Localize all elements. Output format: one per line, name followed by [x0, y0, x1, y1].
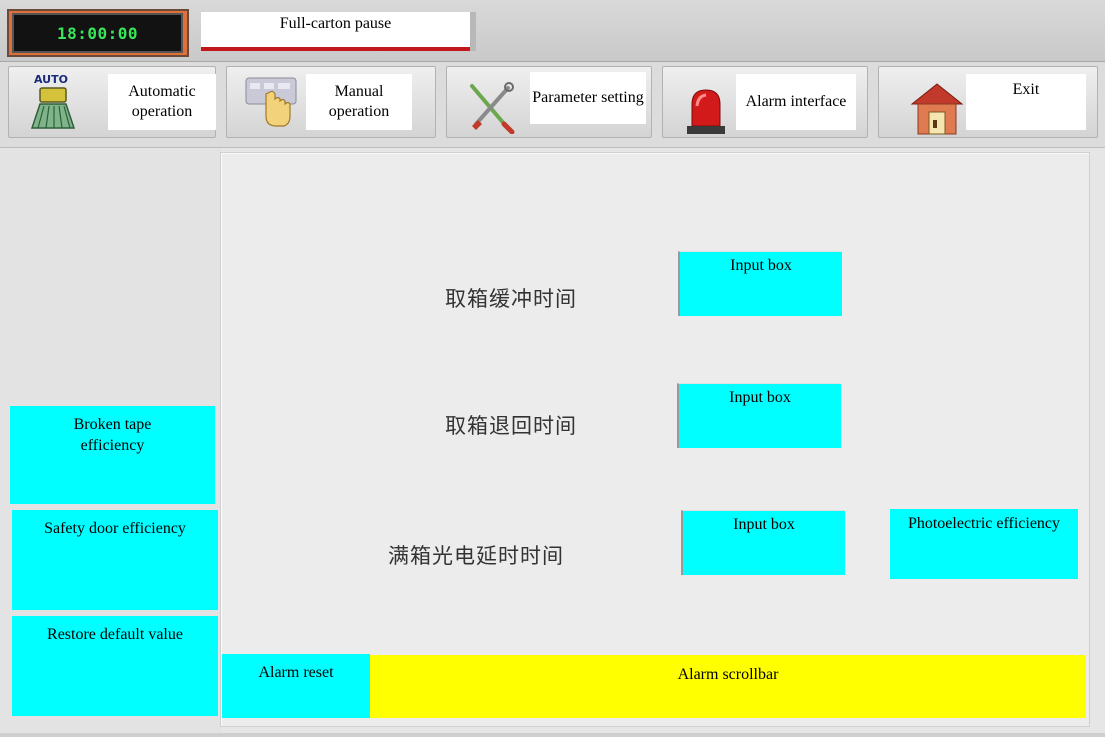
auto-badge-text: AUTO: [34, 73, 68, 86]
fetch-return-time-input[interactable]: Input box: [677, 383, 841, 448]
param-label-fetch-buffer-time: 取箱缓冲时间: [445, 287, 577, 311]
hand-press-icon: [244, 74, 300, 130]
full-carton-delay-input[interactable]: Input box: [681, 510, 845, 575]
nav-label-parameter-setting: Parameter setting: [530, 72, 646, 124]
nav-label-manual-operation: Manual operation: [306, 74, 412, 130]
parameter-panel: [220, 152, 1090, 727]
param-label-fetch-return-time: 取箱退回时间: [445, 414, 577, 438]
param-label-full-carton-photoelectric-delay: 满箱光电延时时间: [388, 544, 564, 568]
house-exit-icon: [910, 80, 964, 136]
alarm-scrollbar[interactable]: Alarm scrollbar: [370, 655, 1086, 718]
restore-default-value-button[interactable]: Restore default value: [12, 616, 218, 716]
auto-mode-icon: AUTO: [30, 72, 110, 132]
nav-label-alarm-interface: Alarm interface: [736, 74, 856, 130]
nav-label-automatic-operation: Automatic operation: [108, 74, 216, 130]
tools-icon: [466, 80, 516, 135]
photoelectric-efficiency-button[interactable]: Photoelectric efficiency: [890, 509, 1078, 579]
safety-door-efficiency-button[interactable]: Safety door efficiency: [12, 510, 218, 610]
status-message: Full-carton pause: [201, 12, 470, 51]
broken-tape-efficiency-button[interactable]: Broken tape efficiency: [10, 406, 215, 504]
nav-label-exit: Exit: [966, 74, 1086, 130]
alarm-light-icon: [684, 86, 728, 136]
bottom-edge: [0, 733, 1105, 737]
alarm-reset-button[interactable]: Alarm reset: [222, 654, 370, 718]
clock-display: 18:00:00: [12, 13, 183, 53]
status-divider: [470, 12, 476, 51]
fetch-buffer-time-input[interactable]: Input box: [678, 251, 842, 316]
